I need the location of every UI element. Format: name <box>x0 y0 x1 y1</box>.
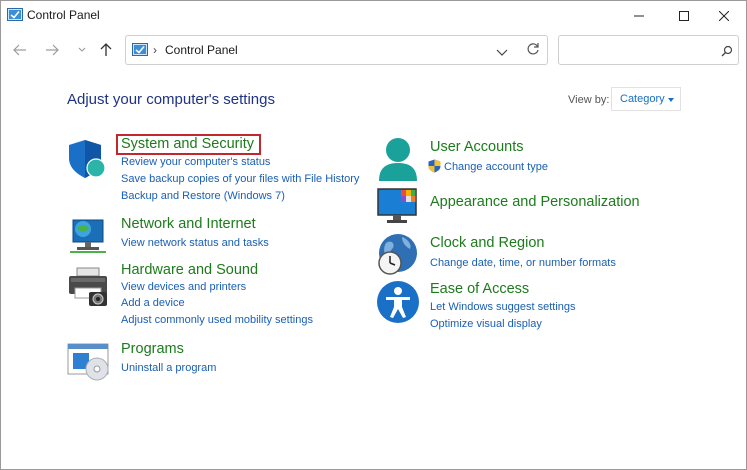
control-panel-window: Control Panel › Control Panel Adjust you… <box>0 0 747 470</box>
forward-arrow-icon <box>46 44 59 56</box>
up-arrow-icon <box>100 43 112 56</box>
back-arrow-icon <box>13 44 26 56</box>
address-bar[interactable]: › Control Panel <box>125 35 548 65</box>
monitor-icon[interactable] <box>377 187 419 230</box>
appearance-personalization-link[interactable]: Appearance and Personalization <box>430 194 640 210</box>
window-title: Control Panel <box>27 8 100 22</box>
close-icon <box>719 11 729 21</box>
search-box[interactable] <box>558 35 739 65</box>
search-input[interactable] <box>563 41 717 61</box>
add-device-link[interactable]: Add a device <box>121 297 185 309</box>
user-icon[interactable] <box>377 137 419 188</box>
close-button[interactable] <box>701 1 746 31</box>
backup-restore-link[interactable]: Backup and Restore (Windows 7) <box>121 190 285 202</box>
network-status-link[interactable]: View network status and tasks <box>121 237 269 249</box>
forward-button[interactable] <box>41 39 63 61</box>
devices-printers-link[interactable]: View devices and printers <box>121 281 246 293</box>
address-dropdown-button[interactable] <box>496 44 508 62</box>
programs-link[interactable]: Programs <box>121 341 184 357</box>
change-account-type-link[interactable]: Change account type <box>444 161 548 173</box>
uac-shield-icon <box>428 159 441 178</box>
title-bar: Control Panel <box>1 1 746 31</box>
clock-and-region-link[interactable]: Clock and Region <box>430 235 544 251</box>
content-area: Adjust your computer's settings View by:… <box>1 71 746 469</box>
mobility-settings-link[interactable]: Adjust commonly used mobility settings <box>121 314 313 326</box>
date-time-formats-link[interactable]: Change date, time, or number formats <box>430 257 616 269</box>
breadcrumb-separator-icon: › <box>153 43 157 57</box>
chevron-down-icon <box>78 47 86 52</box>
clock-globe-icon[interactable] <box>376 233 420 282</box>
search-icon[interactable] <box>721 44 733 62</box>
maximize-icon <box>679 11 689 21</box>
review-status-link[interactable]: Review your computer's status <box>121 156 270 168</box>
hardware-and-sound-link[interactable]: Hardware and Sound <box>121 262 258 278</box>
minimize-icon <box>634 15 644 17</box>
page-title: Adjust your computer's settings <box>67 91 275 108</box>
network-and-internet-link[interactable]: Network and Internet <box>121 216 256 232</box>
navigation-bar: › Control Panel <box>1 31 746 71</box>
printer-icon[interactable] <box>67 266 111 313</box>
view-by-label: View by: <box>568 94 610 106</box>
minimize-button[interactable] <box>616 1 662 31</box>
view-by-value: Category <box>620 93 665 105</box>
optimize-visual-display-link[interactable]: Optimize visual display <box>430 318 542 330</box>
refresh-icon <box>527 43 539 55</box>
user-accounts-link[interactable]: User Accounts <box>430 139 524 155</box>
file-history-link[interactable]: Save backup copies of your files with Fi… <box>121 173 359 185</box>
system-and-security-link[interactable]: System and Security <box>121 136 254 152</box>
recent-locations-button[interactable] <box>71 39 93 61</box>
network-icon[interactable] <box>67 214 109 261</box>
accessibility-icon[interactable] <box>376 280 420 329</box>
view-by-dropdown[interactable]: Category <box>611 87 681 111</box>
dropdown-caret-icon <box>668 98 674 102</box>
windows-suggest-settings-link[interactable]: Let Windows suggest settings <box>430 301 576 313</box>
shield-icon[interactable] <box>67 138 109 185</box>
chevron-down-icon <box>496 49 508 56</box>
ease-of-access-link[interactable]: Ease of Access <box>430 281 529 297</box>
control-panel-icon <box>132 43 148 62</box>
programs-icon[interactable] <box>67 342 111 389</box>
breadcrumb-control-panel[interactable]: Control Panel <box>165 43 238 57</box>
control-panel-app-icon <box>7 8 23 27</box>
uninstall-program-link[interactable]: Uninstall a program <box>121 362 216 374</box>
refresh-button[interactable] <box>526 42 540 61</box>
back-button[interactable] <box>9 39 31 61</box>
up-button[interactable] <box>95 39 117 61</box>
